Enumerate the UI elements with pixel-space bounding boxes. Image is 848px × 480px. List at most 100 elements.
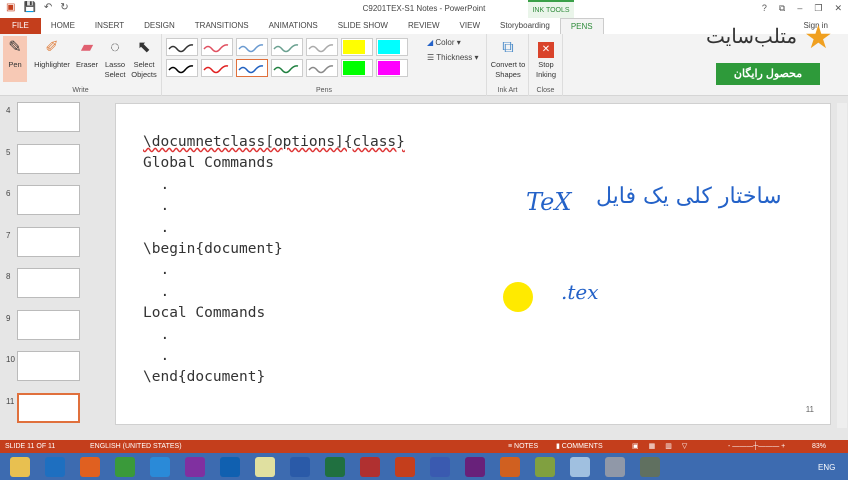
ink-tools-context: INK TOOLS (528, 0, 574, 18)
ink-persian-title: ساختار کلی یک فایل (596, 184, 782, 209)
convert-to-shapes-button[interactable]: ⧉ Convert to Shapes (488, 36, 528, 80)
slide-number: 8 (6, 272, 11, 281)
slide-thumbnail[interactable]: 11 (0, 392, 100, 425)
slide-thumbnail[interactable]: 10 (0, 351, 100, 383)
taskbar-app-notepad[interactable] (570, 456, 590, 477)
minimize-button[interactable]: – (797, 3, 802, 14)
pen-swatch[interactable] (341, 38, 373, 56)
view-buttons[interactable]: ▣▦▥▽ (632, 440, 697, 453)
pen-swatch[interactable] (271, 38, 303, 56)
tab-slide-show[interactable]: SLIDE SHOW (328, 18, 398, 34)
pen-swatch[interactable] (236, 59, 268, 77)
taskbar-app-calculator[interactable] (605, 456, 625, 477)
taskbar-app-outlook[interactable] (220, 456, 240, 477)
taskbar-app-chrome[interactable] (115, 456, 135, 477)
pen-swatch[interactable] (306, 59, 338, 77)
language-indicator[interactable]: ENGLISH (UNITED STATES) (90, 440, 182, 453)
thumbnail-image (17, 309, 80, 340)
notes-button[interactable]: ≡ NOTES (508, 440, 538, 453)
slide-line: . (143, 262, 170, 279)
tab-file[interactable]: FILE (0, 18, 41, 34)
stop-inking-icon: ✕ (533, 36, 559, 60)
taskbar-app-ie[interactable] (150, 456, 170, 477)
pen-button[interactable]: ✎ Pen (3, 36, 27, 82)
thumbnail-image (17, 143, 80, 174)
tab-transitions[interactable]: TRANSITIONS (185, 18, 259, 34)
restore-button[interactable]: ❐ (814, 3, 822, 14)
slide-thumbnail[interactable]: 6 (0, 185, 100, 217)
ink-art-group: ⧉ Convert to Shapes Ink Art (487, 34, 529, 96)
pen-swatch[interactable] (201, 59, 233, 77)
slide-line: . (143, 198, 170, 215)
zoom-slider[interactable]: - ———┼——— + (728, 440, 785, 453)
slide-thumbnail[interactable]: 8 (0, 268, 100, 300)
taskbar-app-notepad-[interactable] (535, 456, 555, 477)
taskbar-app-pen[interactable] (255, 456, 275, 477)
slide-thumbnail[interactable]: 7 (0, 226, 100, 259)
close-button[interactable]: ✕ (834, 3, 842, 14)
tab-home[interactable]: HOME (41, 18, 85, 34)
taskbar-app-onenote[interactable] (185, 456, 205, 477)
taskbar-app-tool[interactable] (640, 456, 660, 477)
free-product-button[interactable]: محصول رایگان (716, 63, 820, 85)
thickness-button[interactable]: ☰ Thickness ▾ (427, 53, 479, 62)
pen-swatch[interactable] (376, 38, 408, 56)
slide-line: . (143, 283, 170, 300)
slide-line: Local Commands (143, 305, 266, 322)
taskbar-app-firefox[interactable] (80, 456, 100, 477)
tab-pens[interactable]: PENS (559, 18, 604, 34)
slide-thumbnail[interactable]: 9 (0, 309, 100, 342)
color-button[interactable]: ◢ Color ▾ (427, 38, 461, 47)
taskbar-app-excel[interactable] (325, 456, 345, 477)
tab-insert[interactable]: INSERT (85, 18, 134, 34)
pen-swatch[interactable] (271, 59, 303, 77)
eraser-button[interactable]: ▰ Eraser (75, 36, 99, 70)
lasso-select-button[interactable]: ◌ Lasso Select (102, 36, 128, 80)
pen-swatch[interactable] (166, 59, 198, 77)
highlighter-icon: ✐ (45, 39, 59, 56)
highlighter-button[interactable]: ✐ Highlighter (30, 36, 74, 70)
comments-button[interactable]: ▮ COMMENTS (556, 440, 603, 453)
taskbar-app-visual-studio[interactable] (465, 456, 485, 477)
pen-swatch[interactable] (166, 38, 198, 56)
taskbar-app-onedrive[interactable] (45, 456, 65, 477)
taskbar-app-explorer[interactable] (10, 456, 30, 477)
stop-inking-button[interactable]: ✕ Stop Inking (533, 36, 559, 80)
pen-swatch[interactable] (341, 59, 373, 77)
slide-number: 9 (6, 313, 11, 323)
tab-design[interactable]: DESIGN (134, 18, 185, 34)
tab-review[interactable]: REVIEW (398, 18, 450, 34)
pen-swatch[interactable] (306, 38, 338, 56)
vertical-scrollbar[interactable] (837, 103, 847, 428)
page-number: 11 (805, 405, 814, 414)
pen-swatch[interactable] (376, 59, 408, 77)
zoom-level[interactable]: 83% (812, 440, 826, 453)
tab-view[interactable]: VIEW (450, 18, 490, 34)
ink-tex-extension: .tex (561, 280, 599, 304)
taskbar-app-word[interactable] (290, 456, 310, 477)
taskbar-app-visio[interactable] (430, 456, 450, 477)
taskbar-app-access[interactable] (360, 456, 380, 477)
slide-line: . (143, 219, 170, 236)
slide-canvas[interactable]: \documnetclass[options]{class} Global Com… (115, 103, 831, 425)
slide-thumbnail[interactable]: 5 (0, 143, 100, 176)
lasso-icon: ◌ (110, 39, 120, 56)
color-icon: ◢ (427, 38, 434, 47)
ribbon-options-button[interactable]: ⧉ (779, 3, 785, 14)
taskbar-app-powerpoint[interactable] (395, 456, 415, 477)
slide-thumbnail[interactable]: 4 (0, 102, 100, 134)
laser-pointer (503, 282, 533, 312)
ink-art-group-label: Ink Art (497, 87, 518, 94)
pen-swatch[interactable] (201, 38, 233, 56)
cursor-icon: ⬉ (137, 39, 151, 56)
language-tray[interactable]: ENG (818, 463, 835, 472)
status-bar: SLIDE 11 OF 11 ENGLISH (UNITED STATES) ≡… (0, 440, 848, 453)
pen-swatch[interactable] (236, 38, 268, 56)
tab-animations[interactable]: ANIMATIONS (259, 18, 328, 34)
help-button[interactable]: ? (762, 3, 767, 14)
tab-storyboarding[interactable]: Storyboarding (490, 18, 560, 34)
taskbar-app-matlab[interactable] (500, 456, 520, 477)
window-controls: ? ⧉ – ❐ ✕ (762, 3, 842, 14)
write-group: ✎ Pen ✐ Highlighter ▰ Eraser ◌ Lasso Select … (0, 34, 162, 96)
select-objects-button[interactable]: ⬉ Select Objects (129, 36, 159, 80)
